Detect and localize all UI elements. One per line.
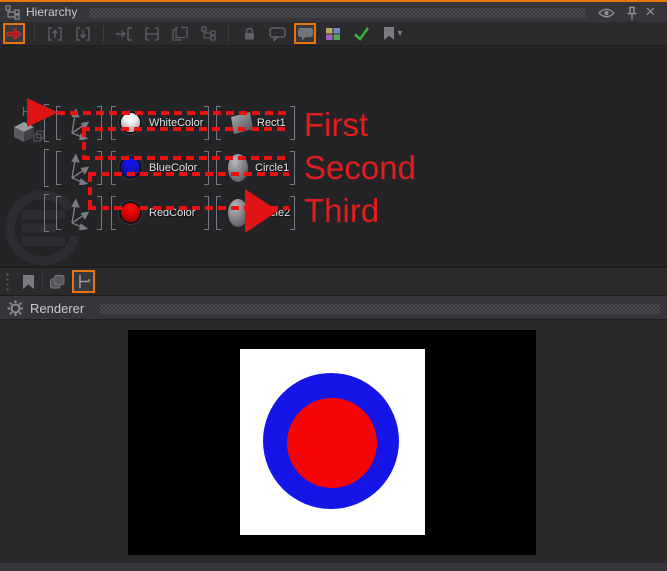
lock-button[interactable] bbox=[238, 23, 260, 44]
bookmark-button[interactable]: ▾ bbox=[378, 23, 408, 44]
insert-before-button[interactable] bbox=[113, 23, 135, 44]
renderer-canvas-area[interactable] bbox=[0, 320, 667, 571]
green-check-icon bbox=[353, 26, 370, 41]
tree-branch-icon bbox=[76, 273, 91, 290]
execution-path bbox=[57, 111, 289, 115]
comment-bubble-filled-icon bbox=[297, 26, 314, 42]
titlebar-texture bbox=[100, 304, 660, 314]
annotation-second: Second bbox=[304, 149, 416, 187]
bracket bbox=[44, 149, 49, 187]
caret-down-icon: ▾ bbox=[397, 28, 402, 39]
comment-button[interactable] bbox=[266, 23, 288, 44]
application-window: Hierarchy ✕ bbox=[0, 0, 667, 571]
insert-before-icon bbox=[115, 26, 133, 42]
bracket bbox=[290, 196, 295, 230]
close-icon[interactable]: ✕ bbox=[645, 4, 656, 20]
hierarchy-tree-icon bbox=[5, 5, 20, 20]
red-arrow-icon bbox=[5, 27, 23, 41]
eye-icon[interactable] bbox=[598, 7, 615, 19]
hierarchy-titlebar[interactable]: Hierarchy ✕ bbox=[0, 2, 667, 22]
execution-arrow-start bbox=[27, 98, 58, 127]
renderer-panel-title: Renderer bbox=[30, 299, 84, 319]
tree-view-button[interactable] bbox=[197, 23, 219, 44]
annotation-third: Third bbox=[304, 192, 379, 230]
bracket bbox=[290, 151, 295, 185]
bracket-arrow-up-icon bbox=[47, 26, 63, 42]
rendered-red-disc bbox=[287, 398, 377, 488]
bracket bbox=[44, 194, 49, 232]
bracket bbox=[204, 196, 209, 230]
tree-view-icon bbox=[201, 26, 216, 41]
bracket bbox=[56, 151, 61, 185]
node-canvas[interactable]: WhiteColor Rect1 BlueColor Circle1 bbox=[0, 46, 667, 267]
lock-icon bbox=[242, 26, 257, 41]
dock-tree-branch-button[interactable] bbox=[72, 270, 95, 293]
bracket-arrow-down-icon bbox=[75, 26, 91, 42]
execution-path bbox=[88, 172, 289, 176]
comment-filled-button[interactable] bbox=[294, 23, 316, 44]
bracket bbox=[56, 196, 61, 230]
execution-path bbox=[82, 127, 289, 131]
palette-button[interactable] bbox=[322, 23, 344, 44]
insert-between-button[interactable] bbox=[141, 23, 163, 44]
execution-path bbox=[88, 174, 92, 208]
insert-inside-icon bbox=[171, 26, 189, 42]
layers-icon bbox=[49, 274, 66, 290]
dock-layers-button[interactable] bbox=[46, 271, 68, 292]
execute-button[interactable] bbox=[3, 23, 25, 44]
toolbar-divider bbox=[34, 26, 35, 42]
bracket bbox=[111, 196, 116, 230]
insert-between-icon bbox=[143, 26, 161, 42]
execution-arrow-current bbox=[245, 189, 278, 233]
pin-icon[interactable] bbox=[626, 6, 638, 21]
bottom-strip bbox=[0, 563, 667, 571]
bracket bbox=[97, 196, 102, 230]
color-node-red[interactable] bbox=[119, 201, 142, 224]
dock-bookmark-button[interactable] bbox=[17, 271, 39, 292]
execution-path bbox=[82, 156, 289, 160]
bookmark-icon bbox=[22, 274, 35, 290]
move-up-button[interactable] bbox=[44, 23, 66, 44]
hierarchy-toolbar: ▾ bbox=[0, 22, 667, 46]
apply-button[interactable] bbox=[350, 23, 372, 44]
bookmark-icon bbox=[383, 26, 395, 41]
comment-bubble-icon bbox=[269, 26, 286, 42]
render-viewport[interactable] bbox=[128, 330, 536, 555]
gear-icon bbox=[7, 300, 24, 317]
move-down-button[interactable] bbox=[72, 23, 94, 44]
renderer-titlebar[interactable]: Renderer bbox=[0, 295, 667, 320]
insert-inside-button[interactable] bbox=[169, 23, 191, 44]
dock-toolbar bbox=[0, 267, 667, 295]
annotation-first: First bbox=[304, 106, 368, 144]
toolbar-divider bbox=[228, 26, 229, 42]
toolbar-divider bbox=[103, 26, 104, 42]
drag-handle[interactable] bbox=[5, 272, 10, 292]
hierarchy-panel-title: Hierarchy bbox=[26, 2, 77, 22]
toolbar-divider bbox=[42, 274, 43, 290]
titlebar-texture bbox=[90, 8, 586, 18]
execution-path bbox=[82, 129, 86, 158]
color-palette-icon bbox=[325, 27, 341, 41]
bracket bbox=[290, 106, 295, 140]
bracket bbox=[216, 196, 221, 230]
